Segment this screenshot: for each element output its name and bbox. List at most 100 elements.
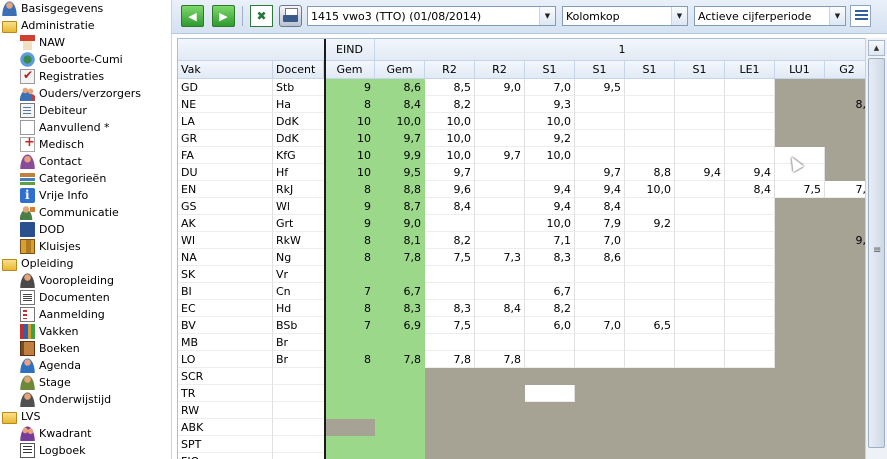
column-header[interactable]: R2 [425, 61, 475, 79]
chevron-down-icon[interactable]: ▼ [829, 7, 845, 25]
row-vak[interactable]: AK [178, 215, 273, 232]
grade-cell[interactable] [775, 351, 825, 368]
grade-cell[interactable] [825, 351, 865, 368]
grade-cell[interactable]: 8,5 [425, 79, 475, 96]
row-vak[interactable]: BV [178, 317, 273, 334]
row-docent[interactable]: DdK [273, 113, 325, 130]
grade-cell[interactable]: 7,5 [425, 249, 475, 266]
sidebar-item[interactable]: Onderwijstijd [20, 391, 111, 408]
row-docent[interactable] [273, 385, 325, 402]
grade-cell[interactable] [625, 266, 675, 283]
grade-cell[interactable] [475, 130, 525, 147]
grade-cell[interactable] [725, 79, 775, 96]
grade-cell[interactable] [325, 368, 375, 385]
grade-cell[interactable] [375, 436, 425, 453]
column-header[interactable]: Gem [375, 61, 425, 79]
grade-cell[interactable]: 9 [325, 198, 375, 215]
grade-cell[interactable] [475, 283, 525, 300]
grade-cell[interactable] [525, 385, 575, 402]
grade-cell[interactable]: 7,8 [425, 351, 475, 368]
grade-cell[interactable]: 10,0 [625, 181, 675, 198]
grade-cell[interactable]: 7,8 [375, 249, 425, 266]
grade-cell[interactable] [825, 266, 865, 283]
grade-cell[interactable] [325, 402, 375, 419]
grade-cell[interactable] [425, 368, 475, 385]
grade-cell[interactable] [575, 266, 625, 283]
grade-cell[interactable] [475, 453, 525, 459]
sidebar-item[interactable]: Vrije Info [20, 187, 88, 204]
grade-cell[interactable]: 8,4 [575, 198, 625, 215]
grade-cell[interactable]: 8,2 [425, 96, 475, 113]
grade-cell[interactable] [525, 164, 575, 181]
grade-cell[interactable] [475, 215, 525, 232]
column-settings-button[interactable] [850, 5, 871, 27]
grade-cell[interactable] [775, 266, 825, 283]
row-docent[interactable]: Hf [273, 164, 325, 181]
row-docent[interactable]: RkW [273, 232, 325, 249]
grade-cell[interactable] [475, 113, 525, 130]
row-docent[interactable]: KfG [273, 147, 325, 164]
grade-cell[interactable] [425, 283, 475, 300]
grade-cell[interactable] [825, 147, 865, 164]
grade-cell[interactable] [425, 385, 475, 402]
grade-cell[interactable] [675, 283, 725, 300]
sidebar-item[interactable]: Ouders/verzorgers [20, 85, 141, 102]
grade-cell[interactable] [675, 130, 725, 147]
grade-cell[interactable]: 8 [325, 300, 375, 317]
row-vak[interactable]: EN [178, 181, 273, 198]
grade-cell[interactable] [575, 368, 625, 385]
grade-cell[interactable] [725, 334, 775, 351]
column-header[interactable]: S1 [675, 61, 725, 79]
grade-cell[interactable]: 7,8 [475, 351, 525, 368]
grade-cell[interactable] [575, 334, 625, 351]
grade-cell[interactable] [625, 334, 675, 351]
grade-cell[interactable] [325, 436, 375, 453]
grade-cell[interactable]: 8,2 [525, 300, 575, 317]
grade-cell[interactable] [575, 283, 625, 300]
row-docent[interactable]: Hd [273, 300, 325, 317]
grade-cell[interactable] [575, 436, 625, 453]
grade-cell[interactable] [625, 368, 675, 385]
grade-cell[interactable] [775, 453, 825, 459]
row-vak[interactable]: FA [178, 147, 273, 164]
grade-cell[interactable] [625, 402, 675, 419]
sidebar-item[interactable]: Documenten [20, 289, 110, 306]
sidebar-item[interactable]: Debiteur [20, 102, 87, 119]
grade-cell[interactable] [675, 79, 725, 96]
grade-cell[interactable] [575, 351, 625, 368]
grade-cell[interactable] [825, 402, 865, 419]
grade-cell[interactable] [375, 453, 425, 459]
grade-cell[interactable] [825, 130, 865, 147]
grade-cell[interactable] [775, 300, 825, 317]
grade-cell[interactable] [575, 96, 625, 113]
column-header[interactable]: Vak [178, 61, 273, 79]
grade-cell[interactable]: 7,0 [575, 317, 625, 334]
grade-cell[interactable] [425, 266, 475, 283]
grade-cell[interactable]: 9,4 [525, 198, 575, 215]
grade-cell[interactable] [325, 266, 375, 283]
grade-cell[interactable] [825, 453, 865, 459]
grade-cell[interactable] [325, 453, 375, 459]
grade-cell[interactable] [725, 96, 775, 113]
grade-cell[interactable] [325, 385, 375, 402]
grade-cell[interactable] [625, 113, 675, 130]
grade-cell[interactable] [625, 283, 675, 300]
column-header[interactable]: S1 [625, 61, 675, 79]
sidebar-item[interactable]: Vooropleiding [20, 272, 114, 289]
grade-cell[interactable] [475, 385, 525, 402]
grade-cell[interactable] [475, 436, 525, 453]
grade-cell[interactable]: 9 [325, 215, 375, 232]
grade-cell[interactable]: 10 [325, 147, 375, 164]
grade-cell[interactable] [675, 147, 725, 164]
grade-cell[interactable] [525, 351, 575, 368]
row-docent[interactable] [273, 436, 325, 453]
grade-cell[interactable] [475, 334, 525, 351]
grade-cell[interactable]: 7,3 [475, 249, 525, 266]
sidebar-item[interactable]: Aanmelding [20, 306, 105, 323]
grade-cell[interactable] [725, 130, 775, 147]
grade-cell[interactable] [775, 232, 825, 249]
grade-cell[interactable] [725, 232, 775, 249]
grade-cell[interactable]: 9,7 [375, 130, 425, 147]
grade-cell[interactable] [375, 385, 425, 402]
grade-cell[interactable]: 6,5 [625, 317, 675, 334]
